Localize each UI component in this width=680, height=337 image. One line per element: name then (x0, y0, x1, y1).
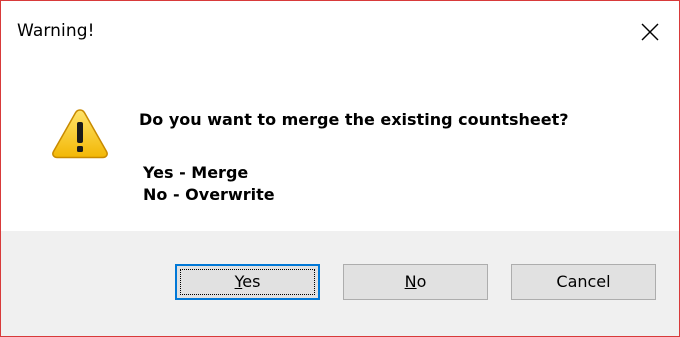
cancel-button[interactable]: Cancel (511, 264, 656, 300)
focus-ring (180, 269, 315, 295)
no-label-rest: o (416, 272, 427, 291)
warning-triangle-icon (51, 107, 109, 159)
button-bar: Yes No Cancel (1, 231, 679, 336)
no-mnemonic: N (404, 272, 417, 291)
option-yes-text: Yes - Merge (143, 163, 249, 182)
title-bar: Warning! (1, 1, 679, 63)
yes-button[interactable]: Yes (175, 264, 320, 300)
option-no-text: No - Overwrite (143, 185, 275, 204)
close-button[interactable] (621, 1, 679, 63)
close-icon (641, 23, 659, 41)
question-text: Do you want to merge the existing counts… (139, 110, 569, 129)
no-button[interactable]: No (343, 264, 488, 300)
warning-dialog: Warning! Do you want to merge the existi… (0, 0, 680, 337)
message-area: Do you want to merge the existing counts… (1, 63, 679, 231)
dialog-title: Warning! (17, 21, 95, 41)
